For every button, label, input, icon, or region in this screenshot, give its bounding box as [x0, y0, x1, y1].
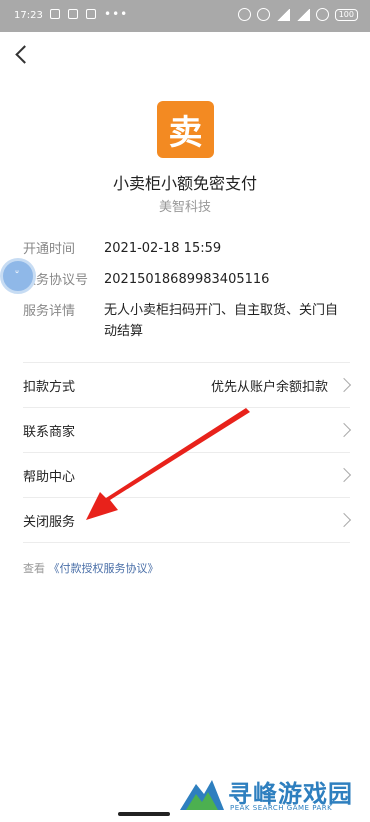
merchant-logo-char: 卖 — [168, 113, 203, 153]
signal-2-icon — [295, 8, 310, 21]
chevron-right-icon — [340, 467, 350, 483]
info-label: 开通时间 — [23, 242, 76, 257]
menu-label: 关闭服务 — [23, 514, 76, 530]
service-title: 小卖柜小额免密支付 — [112, 174, 257, 193]
message-icon — [68, 9, 78, 19]
agreement-prefix: 查看 — [23, 562, 45, 575]
info-row-details: 服务详情 无人小卖柜扫码开门、自主取货、关门自动结算 — [23, 300, 350, 342]
menu-contact-merchant[interactable]: 联系商家 — [23, 408, 350, 452]
agreement-line: 查看 《付款授权服务协议》 — [23, 560, 159, 576]
menu-payment-method[interactable]: 扣款方式 优先从账户余额扣款 — [23, 363, 350, 407]
notification-icon — [50, 9, 60, 19]
menu-close-service[interactable]: 关闭服务 — [23, 498, 350, 542]
info-row-agreement-no: 服务协议号 20215018689983405116 — [23, 269, 350, 290]
mute-icon — [237, 8, 251, 21]
info-value: 无人小卖柜扫码开门、自主取货、关门自动结算 — [104, 303, 339, 339]
menu-label: 扣款方式 — [23, 379, 76, 395]
info-row-open-time: 开通时间 2021-02-18 15:59 — [23, 238, 350, 259]
merchant-company: 美智科技 — [158, 200, 211, 215]
watermark-mountain-icon — [180, 780, 224, 810]
status-left-icons: ••• — [50, 7, 129, 21]
watermark-subtitle: PEAK SEARCH GAME PARK — [230, 804, 333, 812]
menu-help-center[interactable]: 帮助中心 — [23, 453, 350, 497]
status-bar: 17:23 ••• 100 — [0, 0, 370, 32]
menu-value: 优先从账户余额扣款 — [210, 379, 328, 395]
back-button[interactable] — [14, 44, 34, 66]
bubble-face-icon: ᐡ — [15, 269, 19, 280]
menu-label: 联系商家 — [23, 424, 76, 440]
menu-label: 帮助中心 — [23, 469, 76, 485]
watermark: 寻峰游戏园 PEAK SEARCH GAME PARK — [178, 774, 366, 818]
agreement-link[interactable]: 《付款授权服务协议》 — [49, 562, 159, 575]
info-value: 2021-02-18 15:59 — [104, 241, 222, 256]
status-right-icons: 100 — [237, 8, 358, 21]
merchant-logo: 卖 — [157, 101, 214, 158]
alarm-icon — [256, 8, 270, 21]
home-indicator — [118, 812, 170, 816]
chevron-right-icon — [340, 377, 350, 393]
signal-icon — [275, 8, 290, 21]
info-value: 20215018689983405116 — [104, 272, 270, 287]
battery-icon: 100 — [334, 8, 358, 21]
chevron-right-icon — [340, 422, 350, 438]
divider — [23, 542, 350, 543]
wifi-icon — [315, 8, 329, 21]
floating-assistant-bubble[interactable]: ᐡ — [0, 258, 36, 294]
more-notifications-icon: ••• — [104, 7, 129, 21]
chevron-right-icon — [340, 512, 350, 528]
mail-icon — [86, 9, 96, 19]
info-label: 服务详情 — [23, 304, 76, 319]
status-time: 17:23 — [14, 10, 43, 21]
